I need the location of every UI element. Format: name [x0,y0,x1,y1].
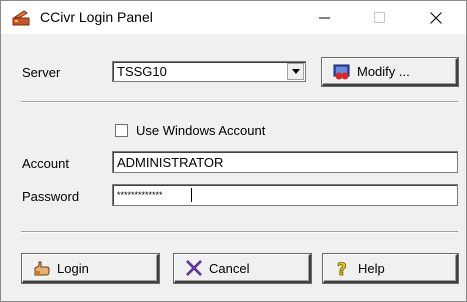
separator-top [21,101,458,103]
close-button[interactable] [413,1,459,34]
login-label: Login [57,260,89,276]
title-bar: CCivr Login Panel [1,1,466,34]
modify-button[interactable]: Modify ... [322,58,458,86]
login-panel-window: CCivr Login Panel Server TSSG10 Modify .… [0,0,467,302]
password-label: Password [22,189,80,204]
server-selected-value: TSSG10 [117,64,167,79]
separator-bottom [21,231,458,233]
use-windows-account-checkbox[interactable] [115,124,128,137]
app-icon [12,10,30,26]
server-dropdown[interactable]: TSSG10 [112,61,306,82]
password-value: ************* [117,190,163,200]
maximize-button[interactable] [357,1,403,34]
window-title: CCivr Login Panel [40,9,153,25]
chevron-down-icon [291,69,300,74]
help-label: Help [358,260,385,276]
help-question-icon: ? [337,260,348,277]
help-button[interactable]: ? Help [323,254,458,283]
maximize-icon [374,11,385,23]
account-input[interactable]: ADMINISTRATOR [112,151,458,173]
password-input[interactable]: ************* [112,184,458,206]
dropdown-arrow-button[interactable] [287,63,304,80]
minimize-icon [319,17,330,18]
account-value: ADMINISTRATOR [117,155,224,170]
modify-icon [333,64,350,79]
use-windows-account-label: Use Windows Account [136,123,266,138]
key-hand-icon [34,261,50,276]
cancel-label: Cancel [209,260,250,276]
cancel-button[interactable]: Cancel [174,254,311,283]
cancel-x-icon [186,260,202,276]
server-label: Server [22,65,61,80]
modify-label: Modify ... [357,64,410,79]
close-icon [430,11,442,24]
login-button[interactable]: Login [22,254,159,283]
account-label: Account [22,156,69,171]
text-caret [191,188,192,202]
svg-text:?: ? [337,260,347,277]
minimize-button[interactable] [302,1,348,34]
